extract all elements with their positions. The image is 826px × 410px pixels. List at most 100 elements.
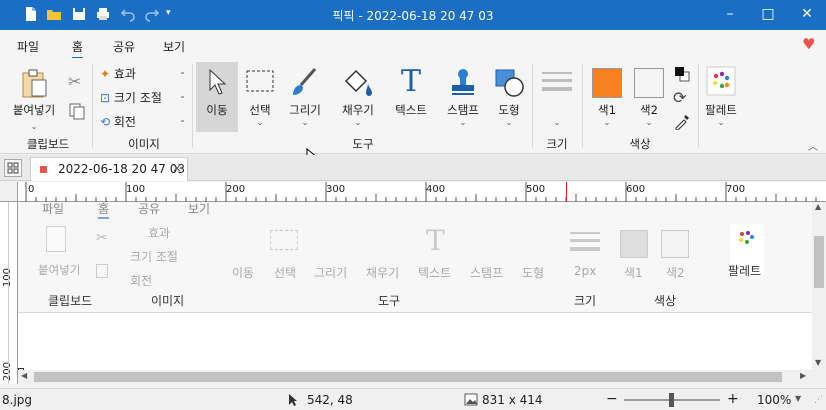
paste-dropdown-icon: ⌄ bbox=[30, 122, 38, 131]
eyedropper-icon[interactable] bbox=[674, 114, 690, 130]
copy-icon[interactable] bbox=[68, 102, 86, 120]
draw-dropdown-icon: ⌄ bbox=[301, 118, 309, 127]
close-button[interactable]: ✕ bbox=[788, 0, 826, 30]
color2-label: 색2 bbox=[640, 103, 658, 117]
canvas-text: 그리기 bbox=[314, 266, 348, 280]
zoom-in-button[interactable]: + bbox=[727, 391, 739, 407]
fill-tool-button[interactable]: 채우기 ⌄ bbox=[336, 62, 380, 134]
status-bar: 8.jpg 542, 48 831 x 414 − + 100% ▼ ⋰ bbox=[0, 388, 826, 410]
tools-group-label: 도구 bbox=[352, 137, 374, 151]
horizontal-scrollbar[interactable]: ◀ ▶ bbox=[18, 370, 812, 384]
size-button[interactable]: ⌄ bbox=[538, 68, 576, 132]
move-tool-button[interactable]: 이동 bbox=[196, 62, 238, 132]
text-tool-button[interactable]: T 텍스트 bbox=[388, 62, 434, 122]
size-dropdown-icon: ⌄ bbox=[553, 118, 561, 127]
maximize-button[interactable]: □ bbox=[749, 0, 787, 30]
draw-tool-button[interactable]: 그리기 ⌄ bbox=[283, 62, 327, 134]
tab-file[interactable]: 파일 bbox=[17, 38, 39, 55]
image-size-icon bbox=[464, 393, 478, 406]
stamp-tool-button[interactable]: 스탬프 ⌄ bbox=[440, 62, 486, 134]
move-label: 이동 bbox=[206, 103, 228, 117]
image-canvas[interactable]: 파일 홈 공유 보기 붙여넣기 ✂ 클립보드 효과 크기 조절 회전 이미지 이… bbox=[18, 202, 812, 370]
color1-button[interactable]: 색1 ⌄ bbox=[588, 66, 626, 136]
tab-close-icon[interactable]: × bbox=[172, 161, 182, 175]
shape-dropdown-icon: ⌄ bbox=[505, 118, 513, 127]
ribbon: 붙여넣기 ⌄ ✂ 클립보드 ✦ 효과 ⌄ ⊡ 크기 조절 ⌄ ⟲ 회전 ⌄ 이미지… bbox=[0, 58, 826, 154]
scroll-up-icon[interactable]: ▲ bbox=[815, 202, 821, 211]
tab-view[interactable]: 보기 bbox=[163, 38, 185, 55]
canvas-text: 색1 bbox=[624, 266, 643, 280]
ruler-label: 400 bbox=[426, 184, 446, 195]
palette-icon bbox=[706, 66, 736, 96]
rotate-button[interactable]: ⟲ 회전 ⌄ bbox=[100, 113, 188, 131]
ruler-label: 700 bbox=[726, 184, 746, 195]
canvas-text: 회전 bbox=[130, 274, 153, 288]
tab-share[interactable]: 공유 bbox=[113, 38, 135, 55]
shapes-icon bbox=[495, 69, 524, 97]
canvas-text: 공유 bbox=[138, 202, 161, 216]
fill-label: 채우기 bbox=[342, 103, 374, 117]
resize-dropdown-icon: ⌄ bbox=[179, 91, 186, 100]
zoom-out-button[interactable]: − bbox=[606, 391, 618, 407]
title-bar: ▾ 픽픽 - 2022-06-18 20 47 03 – □ ✕ bbox=[0, 0, 826, 30]
effects-dropdown-icon: ⌄ bbox=[179, 67, 186, 76]
color2-swatch bbox=[634, 68, 664, 98]
horizontal-scroll-thumb[interactable] bbox=[34, 372, 782, 382]
paste-icon bbox=[22, 69, 47, 98]
vertical-scroll-thumb[interactable] bbox=[814, 236, 824, 288]
palette-dropdown-icon: ⌄ bbox=[717, 118, 725, 127]
color1-swatch bbox=[592, 68, 622, 98]
zoom-level[interactable]: 100% bbox=[757, 393, 791, 407]
canvas-text: 선택 bbox=[274, 266, 297, 280]
status-filename: 8.jpg bbox=[2, 393, 33, 407]
canvas-text: 팔레트 bbox=[728, 264, 762, 278]
select-label: 선택 bbox=[249, 103, 271, 117]
paste-button[interactable]: 붙여넣기 ⌄ bbox=[8, 102, 60, 132]
select-tool-button[interactable]: 선택 ⌄ bbox=[240, 62, 280, 134]
color1-dropdown-icon: ⌄ bbox=[603, 118, 611, 127]
image-group-label: 이미지 bbox=[128, 137, 160, 151]
shape-tool-button[interactable]: 도형 ⌄ bbox=[490, 62, 528, 134]
effects-icon: ✦ bbox=[100, 67, 111, 81]
resize-grip-icon: ⋰ bbox=[814, 395, 823, 405]
rotate-label: 회전 bbox=[113, 115, 136, 129]
default-colors-icon[interactable] bbox=[674, 66, 690, 82]
tab-grid-button[interactable] bbox=[4, 159, 22, 177]
horizontal-ruler: 0 100 200 300 400 500 600 700 bbox=[18, 182, 826, 202]
pointer-icon bbox=[289, 394, 297, 406]
minimize-button[interactable]: – bbox=[711, 0, 749, 30]
draw-label: 그리기 bbox=[289, 103, 321, 117]
rotate-icon: ⟲ bbox=[100, 115, 111, 129]
scroll-right-icon[interactable]: ▶ bbox=[800, 371, 806, 380]
cut-icon[interactable]: ✂ bbox=[68, 72, 81, 91]
zoom-dropdown-icon[interactable]: ▼ bbox=[795, 394, 801, 403]
stamp-icon bbox=[452, 69, 474, 95]
color2-button[interactable]: 색2 ⌄ bbox=[630, 66, 668, 136]
swap-colors-icon[interactable]: ⟳ bbox=[673, 88, 686, 107]
text-tool-icon: T bbox=[400, 64, 421, 99]
document-tab[interactable]: 2022-06-18 20 47 03 × bbox=[30, 157, 188, 181]
canvas-text: 색2 bbox=[666, 266, 685, 280]
ruler-label: 300 bbox=[326, 184, 346, 195]
status-cursor-position: 542, 48 bbox=[307, 393, 353, 407]
canvas-text: 홈 bbox=[98, 202, 110, 219]
zoom-slider-thumb[interactable] bbox=[669, 393, 674, 407]
canvas-text: 스탬프 bbox=[470, 266, 504, 280]
collapse-ribbon-icon[interactable]: ︿ bbox=[808, 138, 818, 153]
color1-label: 색1 bbox=[598, 103, 616, 117]
canvas-text: 파일 bbox=[42, 202, 65, 216]
ruler-label: 600 bbox=[626, 184, 646, 195]
resize-button[interactable]: ⊡ 크기 조절 ⌄ bbox=[100, 89, 188, 107]
vertical-scrollbar[interactable]: ▲ ▼ bbox=[812, 202, 826, 370]
heart-icon[interactable]: ♥ bbox=[802, 35, 815, 53]
palette-button[interactable]: 팔레트 ⌄ bbox=[702, 66, 740, 136]
scroll-down-icon[interactable]: ▼ bbox=[815, 358, 821, 367]
effects-button[interactable]: ✦ 효과 ⌄ bbox=[100, 65, 188, 83]
scroll-left-icon[interactable]: ◀ bbox=[21, 371, 27, 380]
tab-home[interactable]: 홈 bbox=[72, 38, 84, 59]
ruler-label: 200 bbox=[226, 184, 246, 195]
effects-label: 효과 bbox=[113, 67, 136, 81]
shape-label: 도형 bbox=[498, 103, 520, 117]
canvas-text: 붙여넣기 bbox=[38, 263, 81, 277]
tab-color-marker bbox=[40, 166, 47, 173]
